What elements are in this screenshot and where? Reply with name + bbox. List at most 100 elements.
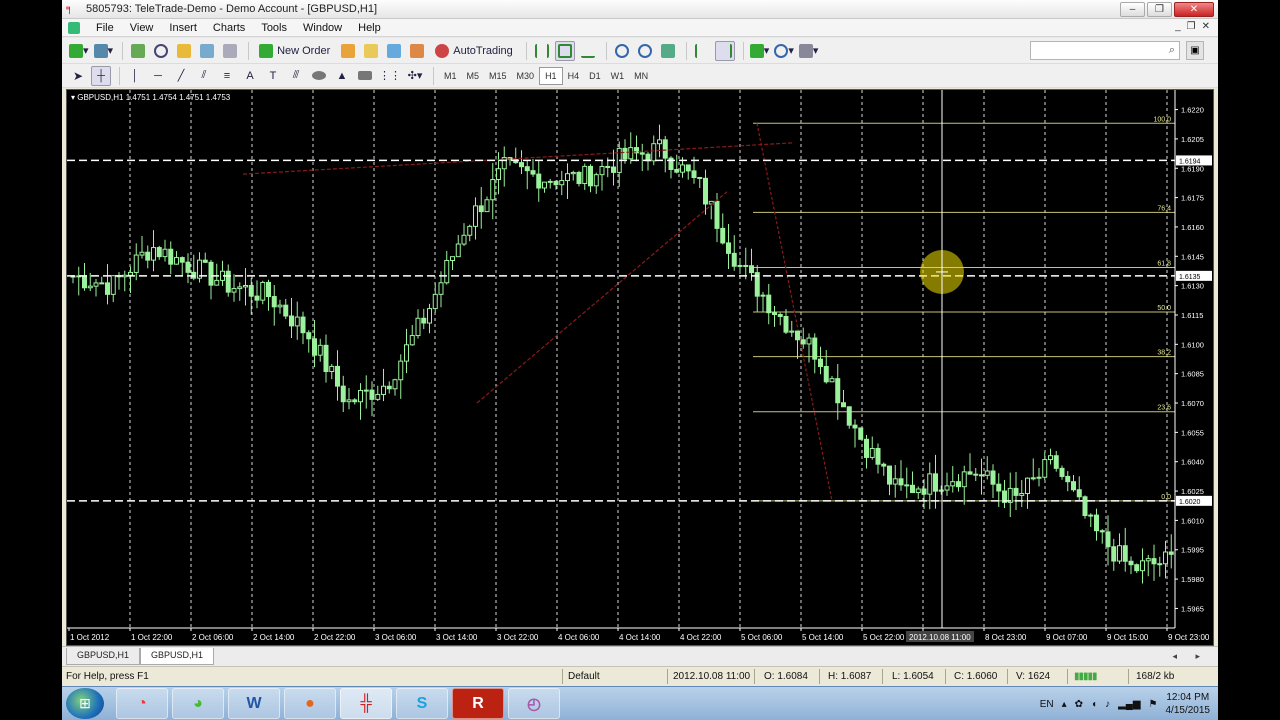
templates-button[interactable]: ▾ <box>798 41 820 61</box>
taskbar-skype-icon[interactable]: S <box>396 688 448 719</box>
menu-window[interactable]: Window <box>295 21 350 35</box>
candle-body <box>605 165 611 168</box>
vertical-line-icon[interactable]: │ <box>125 66 145 86</box>
menu-tools[interactable]: Tools <box>253 21 295 35</box>
minimize-button[interactable]: – <box>1120 2 1145 17</box>
tf-m1-button[interactable]: M1 <box>439 67 462 85</box>
zoom-in-icon[interactable] <box>612 41 632 61</box>
menu-file[interactable]: File <box>88 21 122 35</box>
tray-flag-icon[interactable]: ⚑ <box>1149 699 1158 710</box>
text-label-icon[interactable]: T <box>263 66 283 86</box>
equidistant-channel-icon[interactable]: ⫽ <box>194 66 214 86</box>
candle-body <box>82 275 87 289</box>
rectangle-icon[interactable] <box>355 66 375 86</box>
candle-body <box>881 463 887 467</box>
arrows-icon[interactable]: ⫻ <box>286 66 306 86</box>
chart-shift-icon[interactable] <box>714 40 735 61</box>
taskbar-word-icon[interactable]: W <box>228 688 280 719</box>
price-chart[interactable]: 100.0 76.4 61.8 50.0 38.2 23.6 0.0 1.6194 1.6135… <box>66 89 1214 646</box>
fib-level-label: 38.2 <box>1157 350 1171 357</box>
maximize-button[interactable]: ❐ <box>1147 2 1172 17</box>
mdi-minimize-button[interactable]: _ <box>1175 21 1181 32</box>
candle-body <box>961 471 967 488</box>
taskbar-app-green-icon[interactable]: ◕ <box>172 688 224 719</box>
tf-m30-button[interactable]: M30 <box>512 67 540 85</box>
text-icon[interactable]: A <box>240 66 260 86</box>
strategy-tester-icon[interactable] <box>220 41 240 61</box>
menu-help[interactable]: Help <box>350 21 389 35</box>
data-window-icon[interactable] <box>151 41 171 61</box>
cursor-icon[interactable]: ➤ <box>68 66 88 86</box>
chart-canvas[interactable]: 100.076.461.850.038.223.60.01.61941.6135… <box>67 90 1213 645</box>
candle-body <box>427 308 432 324</box>
taskbar-firefox-icon[interactable]: ● <box>284 688 336 719</box>
close-button[interactable]: ✕ <box>1174 2 1214 17</box>
tf-h4-button[interactable]: H4 <box>563 67 585 85</box>
candle-body <box>593 174 599 187</box>
candle-body <box>864 438 869 458</box>
candlestick-button[interactable] <box>554 40 575 61</box>
menu-view[interactable]: View <box>122 21 162 35</box>
market-watch-icon[interactable] <box>128 41 148 61</box>
mdi-restore-button[interactable]: ❐ <box>1187 21 1196 32</box>
new-order-label: New Order <box>277 44 331 57</box>
candle-body <box>599 165 605 176</box>
tray-network-icon[interactable]: ▂▄▆ <box>1118 699 1140 710</box>
triangle-icon[interactable]: ▲ <box>332 66 352 86</box>
tray-expand-icon[interactable]: ▴ <box>1062 699 1067 710</box>
auto-scroll-icon[interactable] <box>692 41 712 61</box>
terminal-icon[interactable] <box>197 41 217 61</box>
tf-h1-button[interactable]: H1 <box>539 66 563 85</box>
signals-icon[interactable] <box>407 41 427 61</box>
tf-w1-button[interactable]: W1 <box>606 67 630 85</box>
tf-d1-button[interactable]: D1 <box>584 67 606 85</box>
mdi-close-button[interactable]: ✕ <box>1202 21 1210 32</box>
candle-body <box>1163 551 1168 565</box>
profiles-button[interactable]: ▾ <box>93 41 115 61</box>
tab-gbpusd-h1[interactable]: GBPUSD,H1 <box>66 648 141 665</box>
grid-icon[interactable]: ⋮⋮ <box>378 66 402 86</box>
chart-window-icon[interactable] <box>68 22 80 34</box>
tray-speaker-icon[interactable]: ◖ <box>1091 699 1097 710</box>
menu-insert[interactable]: Insert <box>161 21 205 35</box>
new-chart-button[interactable]: ▾ <box>68 41 90 61</box>
taskbar-metatrader-icon[interactable]: ╬ <box>340 688 392 719</box>
language-indicator[interactable]: EN <box>1040 699 1054 710</box>
navigator-icon[interactable] <box>174 41 194 61</box>
tf-m5-button[interactable]: M5 <box>462 67 485 85</box>
line-chart-button[interactable] <box>578 41 598 61</box>
fibonacci-icon[interactable]: ≡ <box>217 66 237 86</box>
tab-scroll-arrows[interactable]: ◂ ▸ <box>1172 651 1208 662</box>
more-tools-button[interactable]: ✣▾ <box>405 66 425 86</box>
folder-icon[interactable] <box>361 41 381 61</box>
indicators-button[interactable]: ▾ <box>749 41 771 61</box>
tray-app-icon[interactable]: ✿ <box>1075 699 1083 710</box>
crosshair-icon[interactable]: ┼ <box>91 65 111 86</box>
horizontal-line-icon[interactable]: ─ <box>148 66 168 86</box>
tf-mn-button[interactable]: MN <box>629 67 653 85</box>
taskbar-r-app-icon[interactable]: R <box>452 688 504 719</box>
periods-button[interactable]: ▾ <box>773 41 795 61</box>
zoom-out-icon[interactable] <box>635 41 655 61</box>
tile-windows-icon[interactable] <box>658 41 678 61</box>
tab-gbpusd-h1-active[interactable]: GBPUSD,H1 <box>140 648 215 665</box>
tf-m15-button[interactable]: M15 <box>484 67 512 85</box>
taskbar-speedometer-icon[interactable]: ◴ <box>508 688 560 719</box>
autotrading-button[interactable]: AutoTrading <box>430 41 518 61</box>
search-input[interactable]: ⌕ <box>1030 41 1180 60</box>
tray-volume-icon[interactable]: ♪ <box>1105 699 1110 710</box>
community-button[interactable]: ▣ <box>1186 41 1204 60</box>
start-button[interactable]: ⊞ <box>66 688 104 719</box>
ellipse-icon[interactable] <box>309 66 329 86</box>
bar-chart-button[interactable] <box>532 41 552 61</box>
new-order-button[interactable]: New Order <box>254 41 335 61</box>
trendline-icon[interactable]: ╱ <box>171 66 191 86</box>
candle-body <box>317 344 323 356</box>
taskbar-app-antivirus-icon[interactable]: ◔ <box>116 688 168 719</box>
windows-logo-icon: ⊞ <box>79 695 91 711</box>
window-icon[interactable] <box>384 41 404 61</box>
candle-body <box>628 147 634 160</box>
clock[interactable]: 12:04 PM 4/15/2015 <box>1166 691 1211 717</box>
menu-charts[interactable]: Charts <box>205 21 253 35</box>
metaeditor-icon[interactable] <box>338 41 358 61</box>
